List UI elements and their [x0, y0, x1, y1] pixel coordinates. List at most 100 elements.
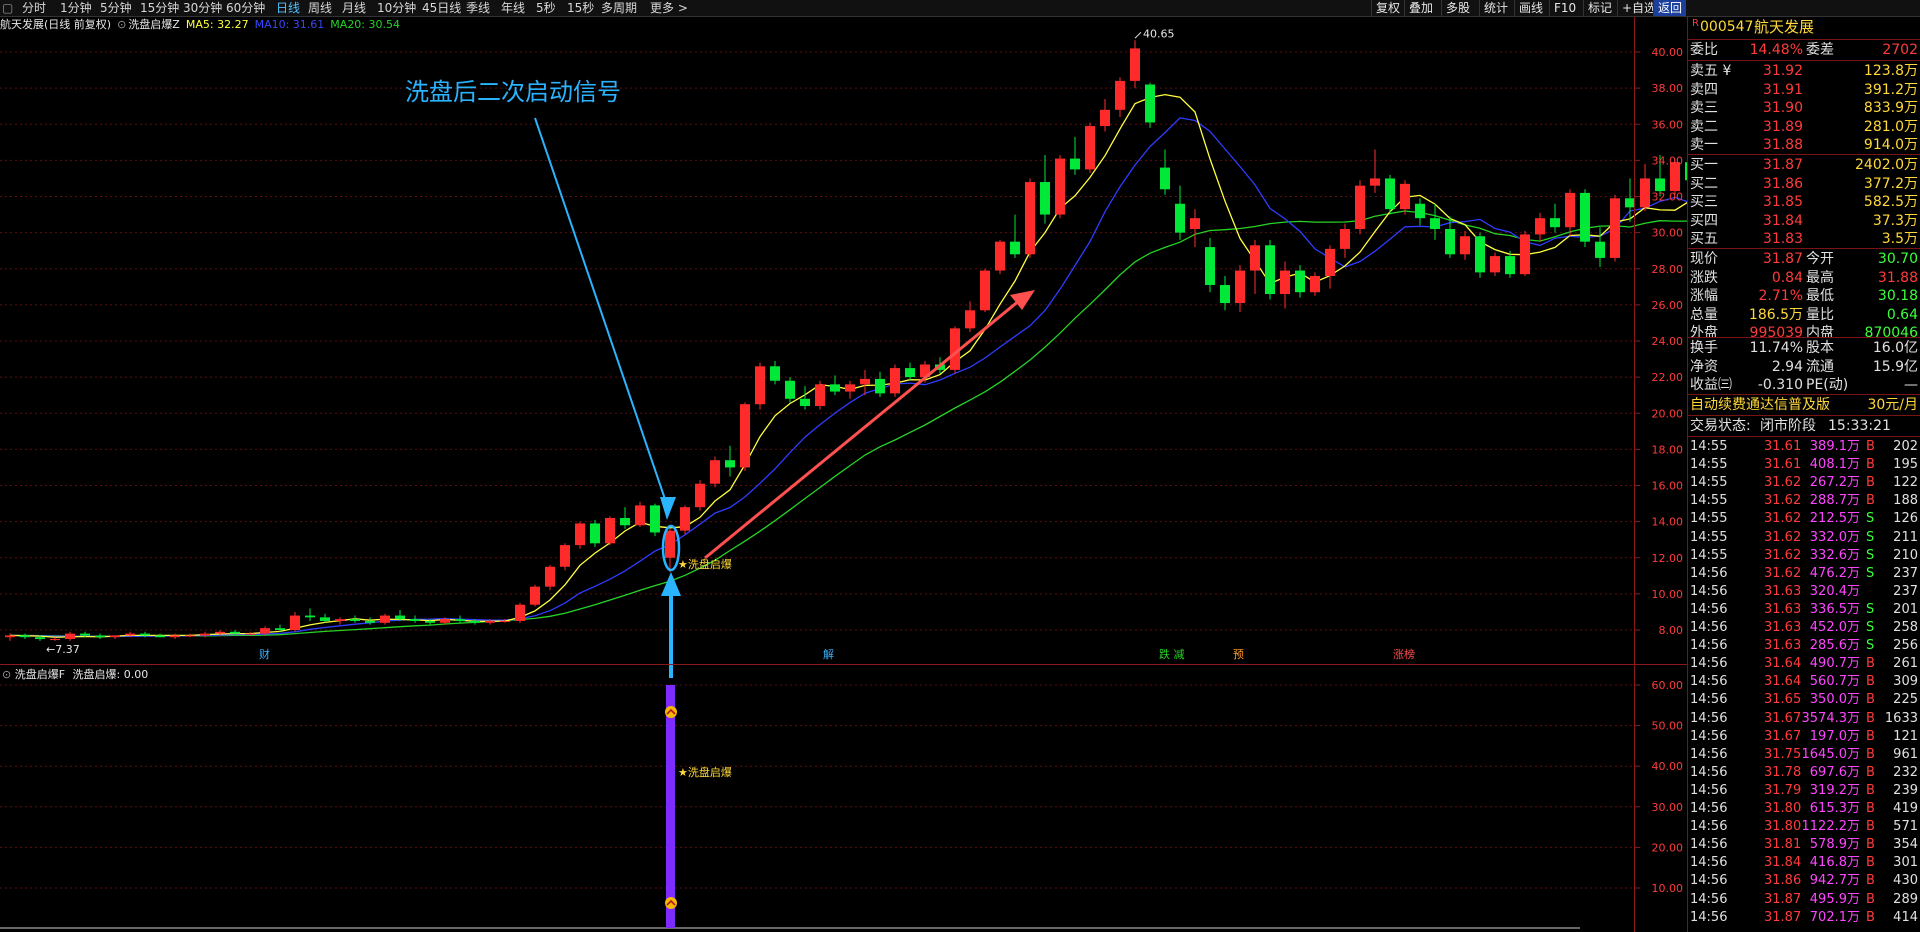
tick-row: 14:55 31.61 389.1万 B 202: [1688, 438, 1920, 456]
tick-row: 14:56 31.84 416.8万 B 301: [1688, 854, 1920, 872]
candle: [545, 564, 555, 591]
candle-body: [1400, 183, 1410, 210]
candle: [980, 268, 990, 313]
bid-label: 买二: [1690, 175, 1718, 192]
candle-body: [650, 505, 660, 533]
candle: [605, 516, 615, 546]
candle-body: [1415, 203, 1425, 219]
quote-header: R 000547 航天发展: [1688, 17, 1920, 37]
candle: [575, 521, 585, 549]
candle-body: [575, 523, 585, 546]
bid-row: 买三 31.85 582.5万: [1688, 193, 1920, 211]
candle-body: [1280, 270, 1290, 295]
candle-body: [110, 635, 120, 638]
candle: [1055, 154, 1065, 219]
candle: [1190, 209, 1200, 248]
tick-volume: 560.7万: [1809, 674, 1860, 690]
bid-label: 买四: [1690, 212, 1718, 229]
weicha-label: 委差: [1806, 42, 1834, 58]
tick-volume: 490.7万: [1809, 656, 1860, 672]
candle-body: [980, 270, 990, 311]
stat-label: 换手: [1690, 340, 1718, 356]
trade-status-label: 交易状态:: [1690, 418, 1751, 434]
tick-price: 31.87: [1764, 909, 1802, 925]
candle-body: [50, 639, 60, 641]
ask-volume: 391.2万: [1863, 81, 1918, 98]
tick-row: 14:56 31.87 702.1万 B 414: [1688, 909, 1920, 927]
tick-volume: 408.1万: [1809, 457, 1860, 473]
candle-body: [905, 368, 915, 378]
promo-price[interactable]: 30元/月: [1867, 396, 1918, 414]
tick-count: 237: [1893, 583, 1918, 599]
tick-volume: 452.0万: [1809, 620, 1860, 635]
stat-row: 净资 2.94 流通 15.9亿: [1688, 358, 1920, 376]
candle-body: [1580, 192, 1590, 242]
candle: [635, 501, 645, 528]
sub-chart-title[interactable]: 洗盘启爆F: [15, 668, 65, 681]
sub-toggle-icon[interactable]: ⊙: [2, 668, 11, 681]
candle: [560, 543, 570, 571]
tick-row: 14:56 31.64 490.7万 B 261: [1688, 655, 1920, 673]
candle: [650, 503, 660, 537]
tick-count: 961: [1893, 746, 1918, 762]
event-marker: 财: [259, 647, 270, 661]
y-tick-label: 12.00: [1652, 552, 1684, 565]
promo-row[interactable]: 自动续费通达信普及版 30元/月: [1688, 396, 1920, 414]
candle: [1205, 238, 1215, 293]
tick-row: 14:55 31.62 267.2万 B 122: [1688, 474, 1920, 492]
promo-text[interactable]: 自动续费通达信普及版: [1690, 396, 1830, 414]
candle-body: [635, 505, 645, 526]
tick-row: 14:56 31.62 476.2万 S 237: [1688, 565, 1920, 583]
stat-value: 30.70: [1877, 251, 1918, 267]
high-label: 40.65: [1143, 27, 1175, 40]
candle: [1010, 214, 1020, 258]
candle-body: [185, 635, 195, 637]
trade-status-value: 闭市阶段: [1760, 418, 1816, 434]
tick-volume: 578.9万: [1809, 837, 1860, 853]
ask-volume: 833.9万: [1863, 100, 1918, 116]
stat-row: 涨幅 2.71% 最低 30.18: [1688, 287, 1920, 305]
tick-time: 14:56: [1690, 909, 1728, 925]
candle-body: [215, 631, 225, 634]
tick-side: B: [1866, 909, 1875, 925]
tick-side: S: [1866, 547, 1875, 563]
tick-count: 121: [1893, 728, 1918, 744]
stat-value: 31.87: [1762, 251, 1803, 267]
tick-volume: 615.3万: [1809, 801, 1860, 816]
y-tick-label: 20.00: [1652, 407, 1684, 420]
tick-price: 31.62: [1764, 475, 1802, 491]
sub-chart-header: ⊙ 洗盘启爆F 洗盘启爆: 0.00: [2, 666, 148, 682]
candle: [1295, 265, 1305, 298]
ask-price: 31.88: [1762, 137, 1803, 153]
tick-volume: 495.9万: [1809, 891, 1860, 907]
bid-volume: 37.3万: [1872, 212, 1918, 229]
candle-body: [1115, 80, 1125, 110]
event-marker: 解: [823, 647, 834, 661]
ask-row: 卖四 31.91 391.2万: [1688, 81, 1920, 99]
tick-volume: 476.2万: [1809, 565, 1860, 581]
candle-body: [785, 380, 795, 399]
event-marker: 涨榜: [1393, 647, 1415, 661]
kline-chart[interactable]: 40.00 38.00 36.00 34.00 32.00 30.00 28.00 26.00…: [0, 0, 1688, 932]
tick-price: 31.62: [1764, 493, 1802, 509]
candle: [725, 445, 735, 477]
tick-time: 14:56: [1690, 638, 1728, 654]
candle-body: [1160, 167, 1170, 190]
tick-count: 211: [1893, 529, 1918, 545]
tick-count: 571: [1893, 819, 1918, 835]
ask-volume: 914.0万: [1863, 137, 1918, 153]
candle: [1310, 272, 1320, 296]
tick-side: B: [1866, 674, 1875, 690]
candle-body: [1100, 109, 1110, 127]
tick-volume: 285.6万: [1809, 638, 1860, 654]
tick-price: 31.61: [1764, 457, 1802, 473]
bid-price: 31.84: [1762, 212, 1803, 229]
candle: [680, 505, 690, 535]
bid-label: 买五: [1690, 231, 1718, 247]
candle-body: [200, 633, 210, 636]
candle-body: [275, 628, 285, 630]
candle-body: [1550, 218, 1560, 228]
stat-label: 今开: [1806, 251, 1834, 267]
candle-body: [1445, 229, 1455, 255]
candle-body: [1010, 241, 1020, 255]
